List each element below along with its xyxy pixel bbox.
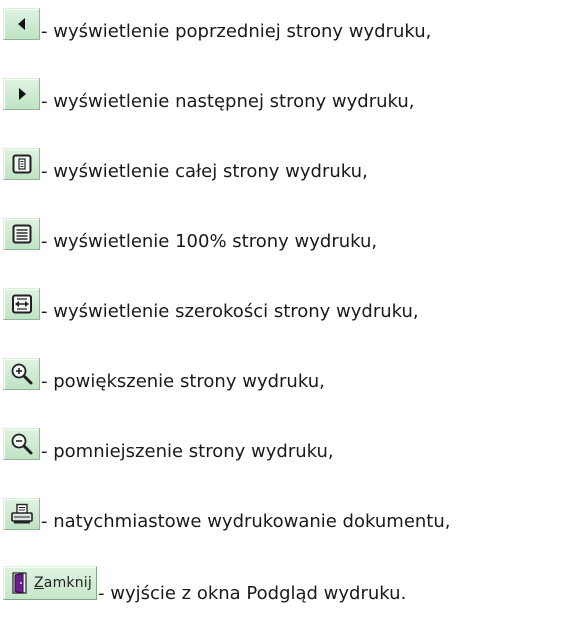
item-description: - wyświetlenie całej strony wydruku,	[41, 161, 368, 182]
close-preview-button[interactable]: Zamknij	[3, 566, 97, 600]
list-item: Zamknij - wyjście z okna Podgląd wydruku…	[3, 560, 406, 604]
item-description: - wyświetlenie 100% strony wydruku,	[41, 231, 378, 252]
item-description: - powiększenie strony wydruku,	[41, 371, 325, 392]
list-item: - wyświetlenie 100% strony wydruku,	[3, 210, 378, 252]
previous-page-button[interactable]	[3, 8, 40, 40]
door-icon	[12, 572, 27, 594]
print-button[interactable]	[3, 498, 40, 530]
list-item: - natychmiastowe wydrukowanie dokumentu,	[3, 490, 451, 532]
item-description: - wyświetlenie poprzedniej strony wydruk…	[41, 21, 432, 42]
next-page-button[interactable]	[3, 78, 40, 110]
whole-page-button[interactable]	[3, 148, 40, 180]
page-width-icon	[11, 294, 32, 314]
item-description: - wyświetlenie szerokości strony wydruku…	[41, 301, 419, 322]
previous-page-icon	[17, 18, 25, 30]
hundred-percent-icon	[12, 224, 31, 244]
list-item: - wyświetlenie szerokości strony wydruku…	[3, 280, 419, 322]
item-description: - wyświetlenie następnej strony wydruku,	[41, 91, 415, 112]
zoom-out-icon	[11, 433, 32, 455]
list-item: - wyświetlenie całej strony wydruku,	[3, 140, 368, 182]
list-item: - powiększenie strony wydruku,	[3, 350, 325, 392]
item-description: - natychmiastowe wydrukowanie dokumentu,	[41, 511, 451, 532]
list-item: - wyświetlenie poprzedniej strony wydruk…	[3, 0, 432, 42]
zoom-out-button[interactable]	[3, 428, 40, 460]
zoom-in-icon	[11, 363, 32, 385]
item-description: - wyjście z okna Podgląd wydruku.	[98, 583, 407, 604]
hundred-percent-button[interactable]	[3, 218, 40, 250]
whole-page-icon	[12, 154, 31, 174]
close-button-label: Zamknij	[34, 575, 92, 591]
next-page-icon	[18, 88, 26, 100]
printer-icon	[10, 503, 33, 524]
item-description: - pomniejszenie strony wydruku,	[41, 441, 334, 462]
list-item: - wyświetlenie następnej strony wydruku,	[3, 70, 415, 112]
zoom-in-button[interactable]	[3, 358, 40, 390]
list-item: - pomniejszenie strony wydruku,	[3, 420, 334, 462]
page-width-button[interactable]	[3, 288, 40, 320]
